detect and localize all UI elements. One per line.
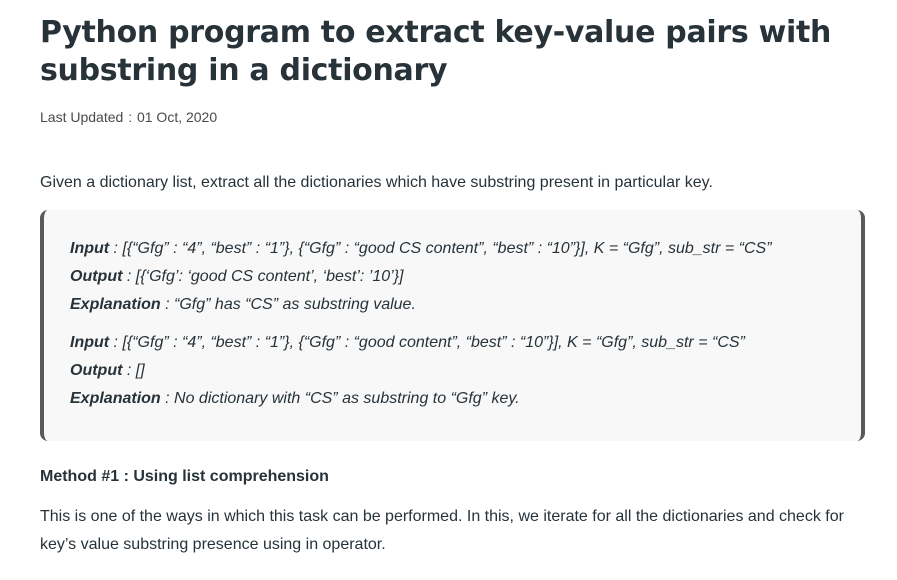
method-description: This is one of the ways in which this ta… — [40, 508, 844, 553]
example-input-line: Input : [{“Gfg” : “4”, “best” : “1”}, {“… — [70, 329, 833, 357]
method-heading: Method #1 : Using list comprehension — [40, 468, 329, 485]
example-input-line: Input : [{“Gfg” : “4”, “best” : “1”}, {“… — [70, 235, 833, 263]
input-label: Input — [70, 334, 110, 351]
example-explanation-line: Explanation : “Gfg” has “CS” as substrin… — [70, 291, 833, 319]
example-box: Input : [{“Gfg” : “4”, “best” : “1”}, {“… — [40, 210, 865, 441]
last-updated-separator: : — [128, 109, 133, 125]
last-updated-date: 01 Oct, 2020 — [136, 109, 218, 125]
last-updated: Last Updated : 01 Oct, 2020 — [40, 109, 865, 125]
example-explanation-line: Explanation : No dictionary with “CS” as… — [70, 385, 833, 413]
explanation-label: Explanation — [70, 390, 161, 407]
output-label: Output — [70, 268, 123, 285]
example-output-line: Output : [{‘Gfg’: ‘good CS content’, ‘be… — [70, 263, 833, 291]
example-block: Input : [{“Gfg” : “4”, “best” : “1”}, {“… — [70, 235, 833, 319]
example-block: Input : [{“Gfg” : “4”, “best” : “1”}, {“… — [70, 329, 833, 413]
input-value: : [{“Gfg” : “4”, “best” : “1”}, {“Gfg” :… — [113, 240, 772, 257]
explanation-label: Explanation — [70, 296, 161, 313]
explanation-value: : “Gfg” has “CS” as substring value. — [165, 296, 416, 313]
output-label: Output — [70, 362, 123, 379]
page-title: Python program to extract key-value pair… — [40, 15, 832, 88]
input-value: : [{“Gfg” : “4”, “best” : “1”}, {“Gfg” :… — [113, 334, 745, 351]
article: Python program to extract key-value pair… — [40, 14, 865, 575]
example-output-line: Output : [] — [70, 357, 833, 385]
output-value: : [{‘Gfg’: ‘good CS content’, ‘best’: ’1… — [126, 268, 404, 285]
intro-paragraph: Given a dictionary list, extract all the… — [40, 174, 713, 191]
explanation-value: : No dictionary with “CS” as substring t… — [165, 390, 520, 407]
input-label: Input — [70, 240, 110, 257]
last-updated-label: Last Updated — [40, 109, 124, 125]
output-value: : [] — [126, 362, 145, 379]
